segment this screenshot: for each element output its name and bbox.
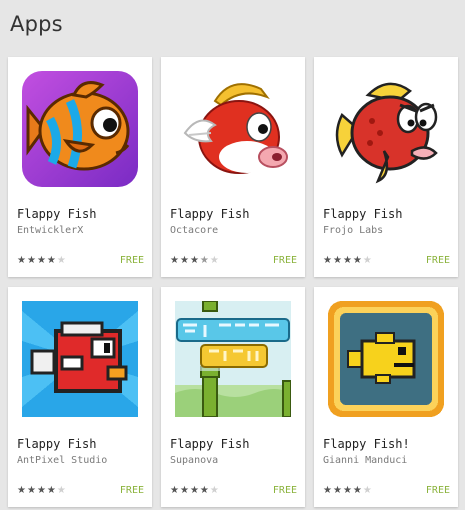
red-winged-fish-icon[interactable] [175, 71, 291, 187]
rating-stars: ★★★★★ [170, 485, 220, 496]
app-card-4[interactable]: Flappy Fish AntPixel Studio ★★★★★ FREE [8, 287, 152, 507]
price-label: FREE [425, 255, 450, 266]
app-title[interactable]: Flappy Fish [170, 437, 249, 451]
app-card-2[interactable]: Flappy Fish Octacore ★★★★★ FREE [161, 57, 305, 277]
app-developer[interactable]: Gianni Manduci [323, 455, 407, 466]
price-label: FREE [272, 485, 297, 496]
app-title[interactable]: Flappy Fish [17, 437, 96, 451]
rating-stars: ★★★★★ [323, 485, 373, 496]
app-grid: Flappy Fish EntwicklerX ★★★★★ FREE Flapp… [0, 0, 465, 510]
app-card-6[interactable]: Flappy Fish! Gianni Manduci ★★★★★ FREE [314, 287, 458, 507]
red-angry-fish-icon[interactable] [328, 71, 444, 187]
app-card-5[interactable]: Flappy Fish Supanova ★★★★★ FREE [161, 287, 305, 507]
price-label: FREE [425, 485, 450, 496]
rating-stars: ★★★★★ [17, 485, 67, 496]
app-card-1[interactable]: Flappy Fish EntwicklerX ★★★★★ FREE [8, 57, 152, 277]
rating-stars: ★★★★★ [170, 255, 220, 266]
price-label: FREE [119, 255, 144, 266]
app-title[interactable]: Flappy Fish! [323, 437, 410, 451]
pixel-red-fish-icon[interactable] [22, 301, 138, 417]
app-title[interactable]: Flappy Fish [323, 207, 402, 221]
orange-fish-icon[interactable] [22, 71, 138, 187]
rating-stars: ★★★★★ [323, 255, 373, 266]
rating-stars: ★★★★★ [17, 255, 67, 266]
app-title[interactable]: Flappy Fish [170, 207, 249, 221]
app-developer[interactable]: Supanova [170, 455, 218, 466]
app-card-3[interactable]: Flappy Fish Frojo Labs ★★★★★ FREE [314, 57, 458, 277]
app-developer[interactable]: Frojo Labs [323, 225, 383, 236]
app-title[interactable]: Flappy Fish [17, 207, 96, 221]
yellow-pixel-fish-icon[interactable] [328, 301, 444, 417]
app-developer[interactable]: AntPixel Studio [17, 455, 107, 466]
flappy-fish-logo-icon[interactable] [175, 301, 291, 417]
price-label: FREE [119, 485, 144, 496]
app-developer[interactable]: EntwicklerX [17, 225, 83, 236]
app-developer[interactable]: Octacore [170, 225, 218, 236]
price-label: FREE [272, 255, 297, 266]
